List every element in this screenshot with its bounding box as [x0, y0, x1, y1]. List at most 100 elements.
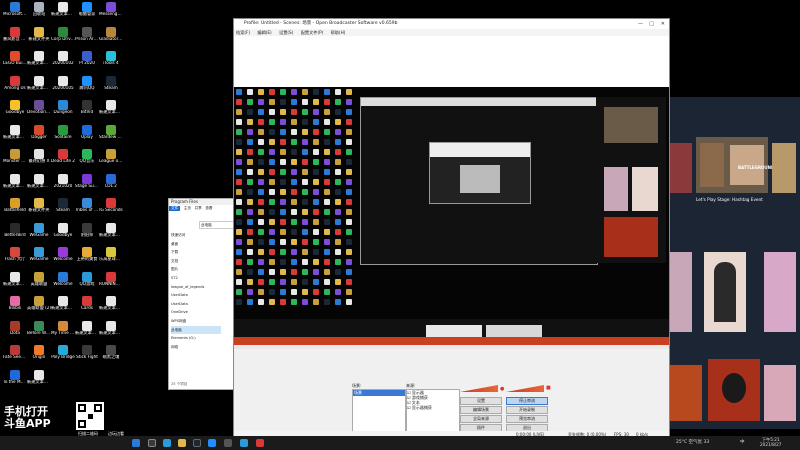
- explorer-ribbon-file[interactable]: 文件: [169, 206, 181, 211]
- desktop-icon[interactable]: iTools 4: [99, 51, 123, 75]
- desktop-icon[interactable]: Battlefield: [3, 198, 27, 222]
- card-anime-bottom[interactable]: [764, 365, 796, 421]
- side-thumb-left[interactable]: [670, 143, 692, 193]
- desktop-icon[interactable]: Dungeon: [51, 100, 75, 124]
- desktop-icon[interactable]: To the Moon: [3, 369, 27, 394]
- steam-taskbar-icon[interactable]: [193, 439, 201, 447]
- desktop-icon[interactable]: 新建文本文档: [99, 320, 123, 345]
- desktop-icon[interactable]: Poly Bridge: [51, 345, 75, 369]
- maximize-icon[interactable]: □: [649, 19, 654, 29]
- desktop-icon[interactable]: 腾讯QQ: [75, 75, 99, 100]
- explorer-ribbon-view[interactable]: 查看: [205, 206, 212, 210]
- desktop-icon[interactable]: QQ游戏: [75, 271, 99, 296]
- side-thumb-right[interactable]: [772, 143, 796, 193]
- desktop-icon[interactable]: 新建文本文档: [99, 222, 123, 247]
- global-source-button[interactable]: 全局来源: [460, 415, 502, 423]
- search-icon[interactable]: [148, 439, 156, 447]
- desktop-icon[interactable]: BitVid: [75, 100, 99, 124]
- card-fire-1[interactable]: [670, 365, 702, 421]
- desktop-icon[interactable]: Prison Architect: [75, 26, 99, 51]
- start-icon[interactable]: [132, 439, 140, 447]
- clock[interactable]: 下午5:21 2021/8/27: [760, 437, 781, 447]
- desktop-icon[interactable]: Bilibili: [3, 296, 27, 320]
- desktop-icon[interactable]: 上帝的美食: [75, 247, 99, 271]
- close-icon[interactable]: ✕: [661, 19, 665, 29]
- wegame-taskbar-icon[interactable]: [240, 439, 248, 447]
- app-taskbar-icon[interactable]: [256, 439, 264, 447]
- desktop-icon[interactable]: 新建文本文档: [51, 296, 75, 320]
- desktop-icon[interactable]: Welcome: [51, 247, 75, 271]
- desktop-icon[interactable]: 新建文本文档: [75, 320, 99, 345]
- desktop-icon[interactable]: 暗黑之魂: [99, 345, 123, 369]
- obs-preview[interactable]: [234, 87, 669, 345]
- desktop-icon[interactable]: Stage Survival: [75, 173, 99, 198]
- explorer-ribbon-home[interactable]: 主页: [184, 206, 191, 210]
- desktop-icon[interactable]: Steam: [99, 75, 123, 100]
- desktop-icon[interactable]: 新建文本文档: [99, 100, 123, 124]
- desktop-icon[interactable]: LEGO Builder: [3, 51, 27, 75]
- scene-item[interactable]: 场景: [353, 390, 405, 396]
- menu-settings[interactable]: 设置(S): [279, 30, 293, 35]
- desktop-icon[interactable]: 英雄联盟 (2): [27, 296, 51, 320]
- desktop-icon[interactable]: Dagger: [27, 124, 51, 149]
- qq-taskbar-icon[interactable]: [208, 439, 216, 447]
- desktop-icon[interactable]: Fate Seeker: [3, 345, 27, 369]
- obs-window[interactable]: Profile: Untitled - Scenes: 场景 - Open Br…: [233, 18, 670, 440]
- desktop-icon[interactable]: Cards: [75, 296, 99, 320]
- desktop-icon[interactable]: Goodbye: [3, 100, 27, 124]
- desktop-icon[interactable]: Before We Leave: [27, 320, 51, 345]
- mic-volume-slider[interactable]: [460, 385, 498, 392]
- minimize-icon[interactable]: —: [638, 19, 643, 29]
- desktop-icon[interactable]: 新建文本文档 (3).txt: [27, 173, 51, 198]
- preview-stream-button[interactable]: 预览串流: [506, 415, 548, 423]
- source-item[interactable]: ☑ 显示器捕获: [407, 405, 459, 410]
- desktop-icon[interactable]: RUNNING WITH: [99, 271, 123, 296]
- desktop-icon[interactable]: 20200102: [51, 51, 75, 75]
- start-stream-button[interactable]: 停止串流: [506, 397, 548, 405]
- desktop-icon[interactable]: 新建文本文档: [99, 296, 123, 320]
- desktop-icon[interactable]: Devotion Valley: [27, 100, 51, 124]
- explorer-nav-item[interactable]: OneDrive: [171, 308, 221, 317]
- desktop-icon[interactable]: LOL 2: [99, 173, 123, 198]
- desktop-icon[interactable]: Flash 大厅: [3, 247, 27, 271]
- card-anime-right[interactable]: [764, 252, 796, 332]
- desktop-icon[interactable]: 新建文本文档: [27, 369, 51, 394]
- desktop-icon[interactable]: Welcome: [51, 271, 75, 296]
- desktop-icon[interactable]: PI 2020: [75, 51, 99, 75]
- desktop-icon[interactable]: Tribes of Midgard: [75, 198, 99, 222]
- explorer-nav-item[interactable]: league_of_legends: [171, 283, 221, 292]
- desktop-icon[interactable]: Corp Driver: [51, 26, 75, 51]
- ime-indicator[interactable]: 中: [740, 439, 745, 445]
- desktop-icon[interactable]: Among Us: [3, 75, 27, 100]
- obs-taskbar-icon[interactable]: [224, 439, 232, 447]
- desktop-icon[interactable]: 新建文本文档: [3, 271, 27, 296]
- desktop-icon[interactable]: 暴风影音 Undi: [3, 26, 27, 51]
- menu-edit[interactable]: 编辑(E): [257, 30, 271, 35]
- desktop-icon[interactable]: 阴阳师: [75, 222, 99, 247]
- desktop-icon[interactable]: 2021020: [51, 173, 75, 198]
- folder-taskbar-icon[interactable]: [178, 439, 186, 447]
- desktop-icon[interactable]: 新建文件夹: [27, 198, 51, 222]
- desktop-icon[interactable]: Stardew Demo: [99, 124, 123, 149]
- desktop-icon[interactable]: Gladiator Guild: [99, 26, 123, 51]
- desktop-volume-slider[interactable]: [506, 385, 544, 392]
- desktop-icon[interactable]: QQ音乐: [75, 149, 99, 173]
- desktop-icon[interactable]: Uplay: [75, 124, 99, 149]
- explorer-nav-item[interactable]: UserData: [171, 300, 221, 309]
- desktop-icon[interactable]: Solitaire: [51, 124, 75, 149]
- desktop-icon[interactable]: 新建文本文档: [27, 51, 51, 75]
- explorer-nav-item[interactable]: Elements (G:): [171, 334, 221, 343]
- desktop-icon[interactable]: 新建文本文档: [3, 124, 27, 149]
- desktop-icon[interactable]: 电脑管家: [75, 2, 99, 26]
- desktop-icon[interactable]: Monster Hunter: [3, 149, 27, 173]
- sources-list[interactable]: ☑ 显示器 ☑ 游戏捕获 ☑ 文本 ☑ 显示器捕获: [406, 389, 460, 433]
- store-window[interactable]: BATTLEGROUNDS Let's Play Stage: Hashtag …: [668, 97, 800, 429]
- explorer-nav-item[interactable]: UserData: [171, 291, 221, 300]
- menu-help[interactable]: 帮助(H): [331, 30, 346, 35]
- edit-scene-button[interactable]: 编辑场景: [460, 406, 502, 414]
- desktop-icon[interactable]: 回收站: [27, 2, 51, 26]
- settings-button[interactable]: 设置: [460, 397, 502, 405]
- explorer-nav-item[interactable]: ST2: [171, 274, 221, 283]
- desktop-icon[interactable]: Messenger Mixer: [99, 2, 123, 26]
- weather-readout[interactable]: 25°C 空气优 33: [676, 439, 709, 445]
